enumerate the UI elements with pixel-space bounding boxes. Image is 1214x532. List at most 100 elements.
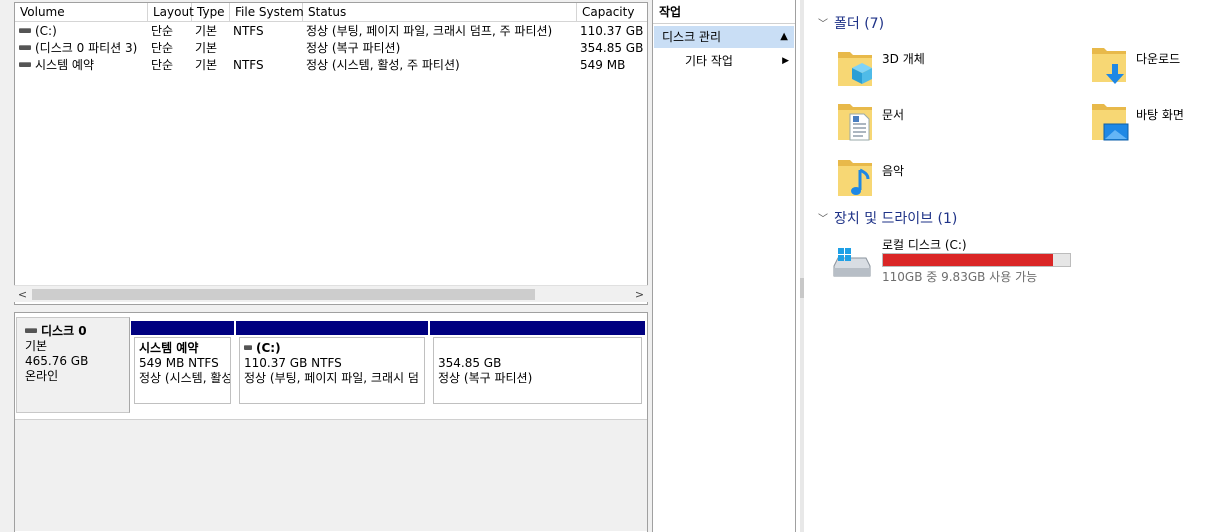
layout-cell: 단순 [151, 24, 174, 38]
volume-icon [19, 28, 31, 33]
volume-name: (C:) [35, 24, 57, 38]
partition-status: 정상 (부팅, 페이지 파일, 크래시 덤 [244, 371, 419, 385]
type-cell: 기본 [195, 24, 218, 38]
drive-free-space: 110GB 중 9.83GB 사용 가능 [882, 270, 1038, 284]
folder-label: 다운로드 [1136, 52, 1181, 66]
volume-name: (디스크 0 파티션 3) [35, 41, 138, 55]
col-capacity[interactable]: Capacity [577, 3, 647, 22]
partition-size: 110.37 GB NTFS [244, 356, 342, 370]
hard-drive-icon [833, 248, 871, 277]
status-cell: 정상 (시스템, 활성, 주 파티션) [306, 58, 460, 72]
folders-group-header[interactable]: ﹀ 폴더 (7) [818, 14, 884, 34]
partition-body: 354.85 GB 정상 (복구 파티션) [433, 337, 642, 404]
table-row[interactable]: 시스템 예약 단순 기본 NTFS 정상 (시스템, 활성, 주 파티션) 54… [15, 57, 647, 74]
folder-downloads[interactable]: 다운로드 [1090, 46, 1214, 98]
capacity-cell: 549 MB [580, 58, 626, 72]
layout-cell: 단순 [151, 41, 174, 55]
partition-bar [236, 321, 428, 335]
disk-area-empty [15, 419, 647, 531]
type-cell: 기본 [195, 58, 218, 72]
documents-icon [838, 104, 872, 141]
action-label: 기타 작업 [685, 54, 733, 68]
disk-name: 디스크 0 [25, 324, 121, 339]
downloads-icon [1092, 48, 1126, 84]
actions-pane: 작업 디스크 관리 ▲ 기타 작업 ▶ [652, 0, 796, 532]
partition-size: 549 MB NTFS [139, 356, 219, 370]
volume-list: Volume Layout Type File System Status Ca… [14, 2, 648, 305]
col-layout[interactable]: Layout [148, 3, 194, 22]
col-type[interactable]: Type [192, 3, 230, 22]
partition-status: 정상 (시스템, 활성 [139, 371, 231, 385]
fs-cell: NTFS [233, 58, 264, 72]
partition-body: (C:) 110.37 GB NTFS 정상 (부팅, 페이지 파일, 크래시 … [239, 337, 425, 404]
partition-bar [131, 321, 234, 335]
music-icon [838, 160, 872, 196]
drive-c[interactable]: 로컬 디스크 (C:) 110GB 중 9.83GB 사용 가능 [830, 236, 1080, 290]
action-disk-management[interactable]: 디스크 관리 ▲ [654, 26, 794, 48]
partition-size: 354.85 GB [438, 356, 502, 370]
volume-name: 시스템 예약 [35, 58, 95, 72]
scrollbar-track [800, 0, 804, 532]
volume-icon [244, 345, 252, 350]
volume-cell: 시스템 예약 [15, 57, 148, 74]
folder-label: 음악 [882, 164, 905, 178]
scrollbar-thumb[interactable] [32, 289, 535, 300]
submenu-arrow-icon: ▶ [782, 56, 789, 66]
group-title: 폴더 (7) [834, 16, 885, 32]
volume-icon [19, 45, 31, 50]
desktop-icon [1092, 104, 1129, 141]
drives-group-header[interactable]: ﹀ 장치 및 드라이브 (1) [818, 209, 957, 229]
table-row[interactable]: (C:) 단순 기본 NTFS 정상 (부팅, 페이지 파일, 크래시 덤프, … [15, 23, 647, 40]
partition-status: 정상 (복구 파티션) [438, 371, 533, 385]
col-file-system[interactable]: File System [230, 3, 304, 22]
disk-graphical-view: 디스크 0 기본 465.76 GB 온라인 시스템 예약 549 MB NTF… [14, 312, 648, 532]
disk-icon [25, 328, 37, 333]
partition-name: (C:) [244, 341, 420, 356]
col-status[interactable]: Status [303, 3, 577, 22]
chevron-down-icon[interactable]: ﹀ [818, 15, 828, 35]
collapse-icon[interactable]: ▲ [780, 26, 788, 48]
layout-cell: 단순 [151, 58, 174, 72]
status-cell: 정상 (복구 파티션) [306, 41, 401, 55]
window-divider [796, 0, 808, 532]
status-cell: 정상 (부팅, 페이지 파일, 크래시 덤프, 주 파티션) [306, 24, 553, 38]
drive-usage-fill [883, 254, 1054, 266]
partition-bar [430, 321, 645, 335]
folder-documents[interactable]: 문서 [836, 102, 1036, 154]
folder-label: 문서 [882, 108, 905, 122]
volume-icon [19, 62, 31, 67]
drive-label: 로컬 디스크 (C:) [882, 238, 967, 252]
disk-type: 기본 [25, 339, 48, 353]
folder-label: 바탕 화면 [1136, 108, 1184, 122]
disk-0-label[interactable]: 디스크 0 기본 465.76 GB 온라인 [16, 317, 130, 413]
volume-cell: (디스크 0 파티션 3) [15, 40, 148, 57]
volume-cell: (C:) [15, 23, 148, 40]
scroll-left-icon[interactable]: < [14, 286, 31, 303]
col-volume[interactable]: Volume [15, 3, 148, 22]
disk-state: 온라인 [25, 369, 59, 383]
partition-c[interactable]: (C:) 110.37 GB NTFS 정상 (부팅, 페이지 파일, 크래시 … [236, 321, 428, 407]
folder-3d-objects[interactable]: 3D 개체 [836, 46, 1036, 98]
table-row[interactable]: (디스크 0 파티션 3) 단순 기본 정상 (복구 파티션) 354.85 G… [15, 40, 647, 57]
partition-name [438, 341, 637, 356]
scrollbar-thumb[interactable] [800, 278, 804, 298]
action-label: 디스크 관리 [662, 30, 722, 44]
scroll-right-icon[interactable]: > [631, 286, 648, 303]
action-more-actions[interactable]: 기타 작업 ▶ [685, 50, 793, 72]
folder-music[interactable]: 음악 [836, 158, 1036, 210]
horizontal-scrollbar[interactable]: < > [14, 285, 648, 302]
partition-system-reserved[interactable]: 시스템 예약 549 MB NTFS 정상 (시스템, 활성 [131, 321, 234, 407]
capacity-cell: 110.37 GB [580, 24, 644, 38]
disk-management-pane: Volume Layout Type File System Status Ca… [0, 0, 652, 532]
capacity-cell: 354.85 GB [580, 41, 644, 55]
folder-desktop[interactable]: 바탕 화면 [1090, 102, 1214, 154]
actions-title: 작업 [653, 0, 795, 24]
3d-objects-icon [838, 52, 872, 86]
partition-recovery[interactable]: 354.85 GB 정상 (복구 파티션) [430, 321, 645, 407]
type-cell: 기본 [195, 41, 218, 55]
partition-name: 시스템 예약 [139, 341, 199, 355]
disk-size: 465.76 GB [25, 354, 89, 368]
group-title: 장치 및 드라이브 (1) [834, 211, 958, 227]
volume-list-header: Volume Layout Type File System Status Ca… [15, 3, 647, 22]
chevron-down-icon[interactable]: ﹀ [818, 210, 828, 230]
